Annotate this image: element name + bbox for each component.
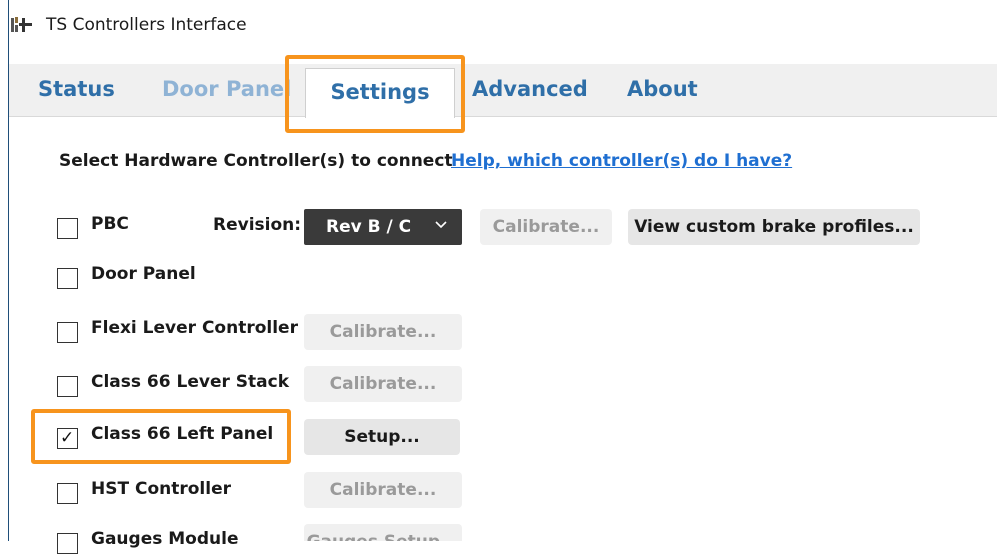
gauges-module-label: Gauges Module bbox=[91, 529, 239, 549]
gauges-setup-button[interactable]: Gauges Setup... bbox=[304, 524, 462, 541]
class66-lever-stack-checkbox[interactable] bbox=[57, 376, 78, 397]
pbc-calibrate-button[interactable]: Calibrate... bbox=[480, 209, 612, 245]
tab-door-panel[interactable]: Door Panel bbox=[162, 76, 291, 102]
class66-left-panel-setup-button[interactable]: Setup... bbox=[304, 419, 460, 455]
tab-bar: Status Door Panel Settings Advanced Abou… bbox=[9, 64, 997, 118]
flexi-lever-label: Flexi Lever Controller bbox=[91, 318, 298, 338]
pbc-label: PBC bbox=[91, 214, 129, 234]
hst-calibrate-button[interactable]: Calibrate... bbox=[304, 472, 462, 508]
view-brake-profiles-button[interactable]: View custom brake profiles... bbox=[628, 209, 920, 245]
door-panel-label: Door Panel bbox=[91, 264, 196, 284]
hst-controller-label: HST Controller bbox=[91, 479, 232, 499]
flexi-lever-calibrate-button[interactable]: Calibrate... bbox=[304, 314, 462, 350]
class66-lever-stack-calibrate-button[interactable]: Calibrate... bbox=[304, 366, 462, 402]
tab-status[interactable]: Status bbox=[38, 76, 115, 102]
app-icon bbox=[11, 17, 32, 32]
door-panel-checkbox[interactable] bbox=[57, 268, 78, 289]
revision-label: Revision: bbox=[213, 215, 302, 235]
tab-about[interactable]: About bbox=[627, 76, 698, 102]
help-link[interactable]: Help, which controller(s) do I have? bbox=[451, 151, 792, 171]
tab-advanced[interactable]: Advanced bbox=[472, 76, 588, 102]
revision-value: Rev B / C bbox=[326, 217, 412, 237]
window-title: TS Controllers Interface bbox=[46, 15, 247, 35]
hst-controller-checkbox[interactable] bbox=[57, 483, 78, 504]
section-heading: Select Hardware Controller(s) to connect bbox=[59, 151, 453, 171]
flexi-lever-checkbox[interactable] bbox=[57, 322, 78, 343]
revision-select[interactable]: Rev B / C bbox=[304, 209, 462, 245]
left-panel-highlight bbox=[31, 409, 291, 464]
gauges-module-checkbox[interactable] bbox=[57, 533, 78, 554]
pbc-checkbox[interactable] bbox=[57, 218, 78, 239]
chevron-down-icon bbox=[435, 221, 447, 229]
class66-lever-stack-label: Class 66 Lever Stack bbox=[91, 372, 290, 392]
settings-tab-highlight bbox=[285, 55, 465, 133]
